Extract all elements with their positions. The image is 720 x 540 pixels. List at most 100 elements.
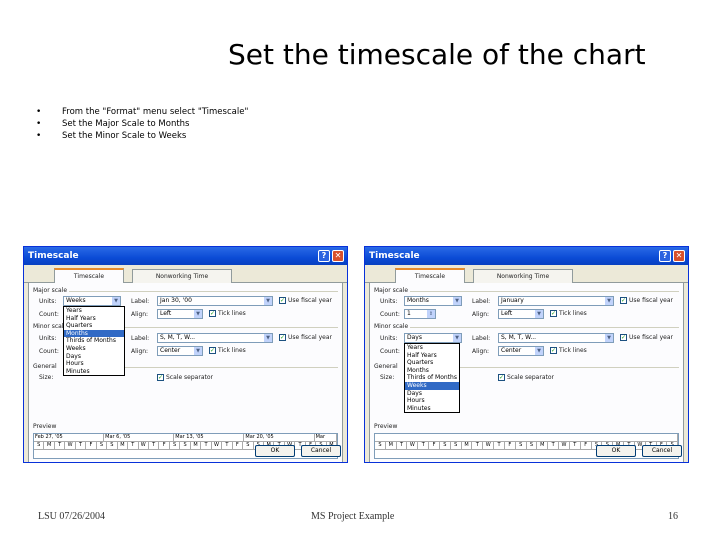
dropdown-option[interactable]: Thirds of Months bbox=[405, 374, 459, 382]
preview-day-cell: W bbox=[407, 442, 419, 449]
preview-major-row: Feb 27, '05 Mar 6, '05 Mar 13, '05 Mar 2… bbox=[34, 434, 337, 442]
tab-nonworking-time[interactable]: Nonworking Time bbox=[473, 269, 573, 283]
dialog-title: Timescale bbox=[369, 251, 420, 261]
major-label-label: Label: bbox=[472, 298, 491, 305]
timescale-panel: Major scale Units: Months ▼ Count: 1 ⇕ Lab… bbox=[369, 283, 684, 462]
preview-group-label: Preview bbox=[33, 423, 57, 430]
minor-align-select[interactable]: Center ▼ bbox=[498, 346, 544, 356]
dropdown-option[interactable]: Minutes bbox=[405, 405, 459, 413]
cancel-button[interactable]: Cancel bbox=[301, 445, 341, 457]
preview-day-cell: T bbox=[570, 442, 581, 449]
dropdown-option[interactable]: Half Years bbox=[64, 315, 124, 323]
help-icon[interactable]: ? bbox=[659, 250, 671, 262]
major-label-select[interactable]: January ▼ bbox=[498, 296, 614, 306]
dropdown-option[interactable]: Months bbox=[64, 329, 124, 338]
bullet-text: From the "Format" menu select "Timescale… bbox=[62, 107, 249, 117]
ok-button[interactable]: OK bbox=[255, 445, 295, 457]
close-icon[interactable]: ✕ bbox=[332, 250, 344, 262]
preview-day-cell: T bbox=[418, 442, 430, 449]
dropdown-option[interactable]: Thirds of Months bbox=[64, 337, 124, 345]
bullet-dot: • bbox=[36, 107, 42, 117]
minor-tick-lines-checkbox[interactable]: ✓ Tick lines bbox=[550, 347, 587, 354]
bullet-text: Set the Major Scale to Months bbox=[62, 119, 190, 129]
major-fiscal-checkbox[interactable]: ✓ Use fiscal year bbox=[279, 297, 332, 304]
dropdown-option[interactable]: Weeks bbox=[64, 345, 124, 353]
group-divider bbox=[410, 291, 679, 292]
major-tick-lines-checkbox[interactable]: ✓ Tick lines bbox=[209, 310, 246, 317]
dropdown-option[interactable]: Weeks bbox=[405, 381, 459, 390]
preview-day-cell: M bbox=[191, 442, 202, 449]
dropdown-option[interactable]: Half Years bbox=[405, 352, 459, 360]
size-label: Size: bbox=[39, 374, 54, 381]
preview-day-cell: S bbox=[527, 442, 538, 449]
preview-cell: Mar 20, '05 bbox=[244, 434, 315, 441]
minor-scale-group-label: Minor scale bbox=[374, 323, 409, 330]
preview-day-cell: M bbox=[118, 442, 129, 449]
major-units-select[interactable]: Months ▼ bbox=[404, 296, 462, 306]
dropdown-option[interactable]: Minutes bbox=[64, 368, 124, 376]
major-align-select[interactable]: Left ▼ bbox=[157, 309, 203, 319]
minor-fiscal-checkbox[interactable]: ✓ Use fiscal year bbox=[279, 334, 332, 341]
preview-day-cell: W bbox=[212, 442, 223, 449]
dropdown-option[interactable]: Years bbox=[405, 344, 459, 352]
dropdown-option[interactable]: Hours bbox=[64, 360, 124, 368]
minor-label-label: Label: bbox=[131, 335, 150, 342]
preview-day-cell: F bbox=[233, 442, 244, 449]
major-scale-group-label: Major scale bbox=[374, 287, 409, 294]
preview-day-cell: W bbox=[483, 442, 495, 449]
dropdown-option[interactable]: Quarters bbox=[64, 322, 124, 330]
bullet-dot: • bbox=[36, 119, 42, 129]
size-label: Size: bbox=[380, 374, 395, 381]
help-icon[interactable]: ? bbox=[318, 250, 330, 262]
minor-align-label: Align: bbox=[131, 348, 149, 355]
major-units-select[interactable]: Weeks ▼ bbox=[63, 296, 121, 306]
check-icon: ✓ bbox=[620, 297, 627, 304]
dropdown-option[interactable]: Hours bbox=[405, 397, 459, 405]
bullet-item: • From the "Format" menu select "Timescal… bbox=[36, 106, 248, 118]
chevron-down-icon: ▼ bbox=[194, 347, 202, 355]
tab-bar: Timescale Nonworking Time bbox=[365, 268, 688, 283]
minor-label-select[interactable]: S, M, T, W... ▼ bbox=[498, 333, 614, 343]
preview-day-cell: M bbox=[386, 442, 397, 449]
scale-separator-checkbox[interactable]: ✓ Scale separator bbox=[157, 374, 213, 381]
chevron-down-icon: ▼ bbox=[605, 297, 613, 305]
dropdown-option[interactable]: Months bbox=[405, 367, 459, 375]
preview-day-cell: S bbox=[451, 442, 462, 449]
tab-timescale[interactable]: Timescale bbox=[54, 268, 124, 283]
preview-cell: Mar bbox=[315, 434, 337, 441]
major-align-select[interactable]: Left ▼ bbox=[498, 309, 544, 319]
minor-count-label: Count: bbox=[380, 348, 400, 355]
minor-units-select[interactable]: Days ▼ bbox=[404, 333, 462, 343]
group-divider bbox=[69, 291, 338, 292]
preview-day-cell: S bbox=[107, 442, 118, 449]
dropdown-option[interactable]: Quarters bbox=[405, 359, 459, 367]
major-fiscal-checkbox[interactable]: ✓ Use fiscal year bbox=[620, 297, 673, 304]
minor-tick-lines-checkbox[interactable]: ✓ Tick lines bbox=[209, 347, 246, 354]
dropdown-option[interactable]: Days bbox=[405, 390, 459, 398]
minor-label-select[interactable]: S, M, T, W... ▼ bbox=[157, 333, 273, 343]
chevron-down-icon: ▼ bbox=[194, 310, 202, 318]
scale-separator-checkbox[interactable]: ✓ Scale separator bbox=[498, 374, 554, 381]
major-tick-lines-checkbox[interactable]: ✓ Tick lines bbox=[550, 310, 587, 317]
preview-day-cell: S bbox=[516, 442, 527, 449]
bullet-text: Set the Minor Scale to Weeks bbox=[62, 131, 187, 141]
preview-day-cell: M bbox=[537, 442, 549, 449]
ok-button[interactable]: OK bbox=[596, 445, 636, 457]
minor-align-select[interactable]: Center ▼ bbox=[157, 346, 203, 356]
check-icon: ✓ bbox=[620, 334, 627, 341]
major-count-stepper[interactable]: 1 ⇕ bbox=[404, 309, 436, 319]
units-dropdown-list: Years Half Years Quarters Months Thirds of M… bbox=[63, 306, 125, 377]
cancel-button[interactable]: Cancel bbox=[642, 445, 682, 457]
tab-nonworking-time[interactable]: Nonworking Time bbox=[132, 269, 232, 283]
dialog-title: Timescale bbox=[28, 251, 79, 261]
close-icon[interactable]: ✕ bbox=[673, 250, 685, 262]
major-label-select[interactable]: Jan 30, '00 ▼ bbox=[157, 296, 273, 306]
preview-cell bbox=[375, 434, 678, 441]
bullet-dot: • bbox=[36, 131, 42, 141]
dropdown-option[interactable]: Years bbox=[64, 307, 124, 315]
dropdown-option[interactable]: Days bbox=[64, 353, 124, 361]
tab-timescale[interactable]: Timescale bbox=[395, 268, 465, 283]
minor-fiscal-checkbox[interactable]: ✓ Use fiscal year bbox=[620, 334, 673, 341]
check-icon: ✓ bbox=[550, 310, 557, 317]
preview-day-cell: F bbox=[429, 442, 440, 449]
